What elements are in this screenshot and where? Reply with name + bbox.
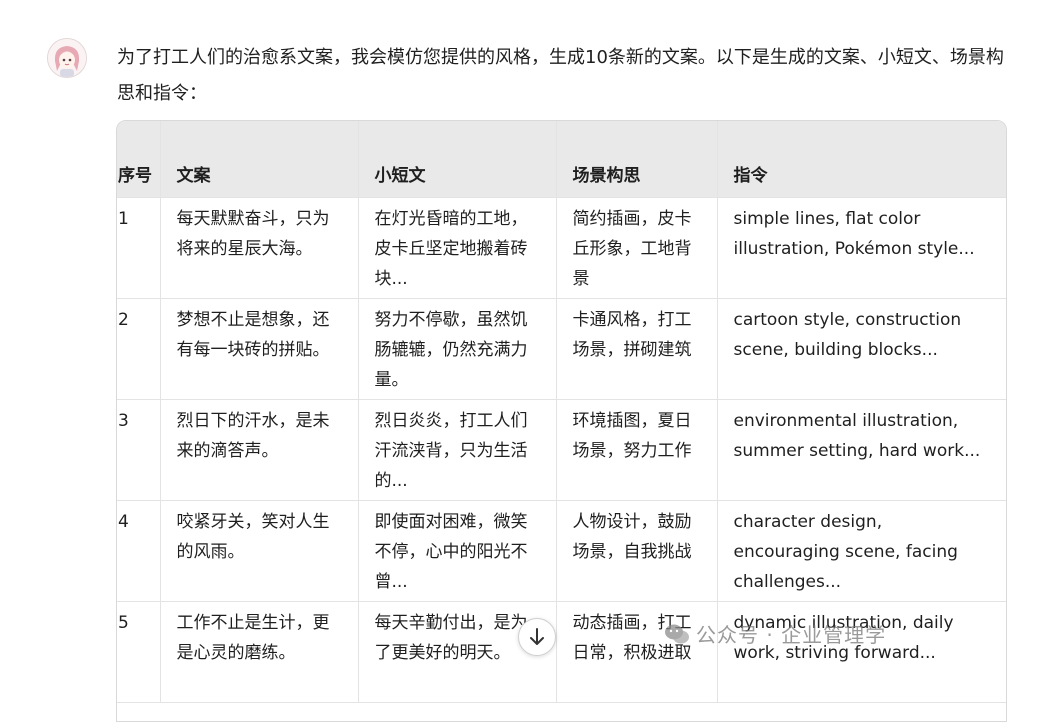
cell-index: 4 — [117, 500, 161, 602]
cell-copy: 梦想不止是想象，还有每一块砖的拼贴。 — [160, 298, 359, 400]
intro-text: 为了打工人们的治愈系文案，我会模仿您提供的风格，生成10条新的文案。以下是生成的… — [117, 47, 1004, 104]
watermark: 公众号 · 企业管理学 — [664, 619, 886, 648]
header-index: 序号 — [117, 121, 161, 198]
cell-copy: 咬紧牙关，笑对人生的风雨。 — [160, 500, 359, 602]
header-copy: 文案 — [160, 121, 359, 198]
cell-scene-idea: 动态插画，打工日常，积极进取 — [556, 601, 718, 703]
table-row: 1 每天默默奋斗，只为将来的星辰大海。 在灯光昏暗的工地，皮卡丘坚定地搬着砖块.… — [117, 197, 1006, 299]
arrow-down-icon — [530, 628, 544, 645]
anime-girl-avatar-icon — [48, 39, 86, 77]
table-row: 5 工作不止是生计，更是心灵的磨练。 每天辛勤付出，是为了更美好的明天。 动态插… — [117, 601, 1006, 703]
cell-short-essay: 努力不停歇，虽然饥肠辘辘，仍然充满力量。 — [358, 298, 557, 400]
cell-prompt: cartoon style, construction scene, build… — [717, 298, 1006, 400]
cell-copy: 每天默默奋斗，只为将来的星辰大海。 — [160, 197, 359, 299]
cell-scene-idea: 环境插图，夏日场景，努力工作 — [556, 399, 718, 501]
cell-prompt: simple lines, flat color illustration, P… — [717, 197, 1006, 299]
cell-scene-idea: 卡通风格，打工场景，拼砌建筑 — [556, 298, 718, 400]
cell-index: 1 — [117, 197, 161, 299]
wechat-icon — [665, 624, 689, 643]
cell-scene-idea: 人物设计，鼓励场景，自我挑战 — [556, 500, 718, 602]
cell-prompt: character design, encouraging scene, fac… — [717, 500, 1006, 602]
cell-prompt: dynamic illustration, daily work, strivi… — [717, 601, 1006, 703]
scroll-to-bottom-button[interactable] — [518, 618, 556, 656]
cell-index: 5 — [117, 601, 161, 703]
table-row: 3 烈日下的汗水，是未来的滴答声。 烈日炎炎，打工人们汗流浃背，只为生活的...… — [117, 399, 1006, 501]
cell-short-essay: 即使面对困难，微笑不停，心中的阳光不曾... — [358, 500, 557, 602]
header-prompt: 指令 — [717, 121, 1006, 198]
cell-index: 3 — [117, 399, 161, 501]
avatar — [47, 38, 87, 78]
header-short-essay: 小短文 — [358, 121, 557, 198]
cell-index: 2 — [117, 298, 161, 400]
table-row: 4 咬紧牙关，笑对人生的风雨。 即使面对困难，微笑不停，心中的阳光不曾... 人… — [117, 500, 1006, 602]
table-row: 2 梦想不止是想象，还有每一块砖的拼贴。 努力不停歇，虽然饥肠辘辘，仍然充满力量… — [117, 298, 1006, 400]
table-header-row: 序号 文案 小短文 场景构思 指令 — [117, 121, 1006, 198]
watermark-text: 公众号 · 企业管理学 — [696, 623, 887, 647]
cell-copy: 烈日下的汗水，是未来的滴答声。 — [160, 399, 359, 501]
cell-short-essay: 在灯光昏暗的工地，皮卡丘坚定地搬着砖块... — [358, 197, 557, 299]
cell-copy: 工作不止是生计，更是心灵的磨练。 — [160, 601, 359, 703]
cell-short-essay: 烈日炎炎，打工人们汗流浃背，只为生活的... — [358, 399, 557, 501]
header-scene-idea: 场景构思 — [556, 121, 718, 198]
cell-scene-idea: 简约插画，皮卡丘形象，工地背景 — [556, 197, 718, 299]
cell-prompt: environmental illustration, summer setti… — [717, 399, 1006, 501]
